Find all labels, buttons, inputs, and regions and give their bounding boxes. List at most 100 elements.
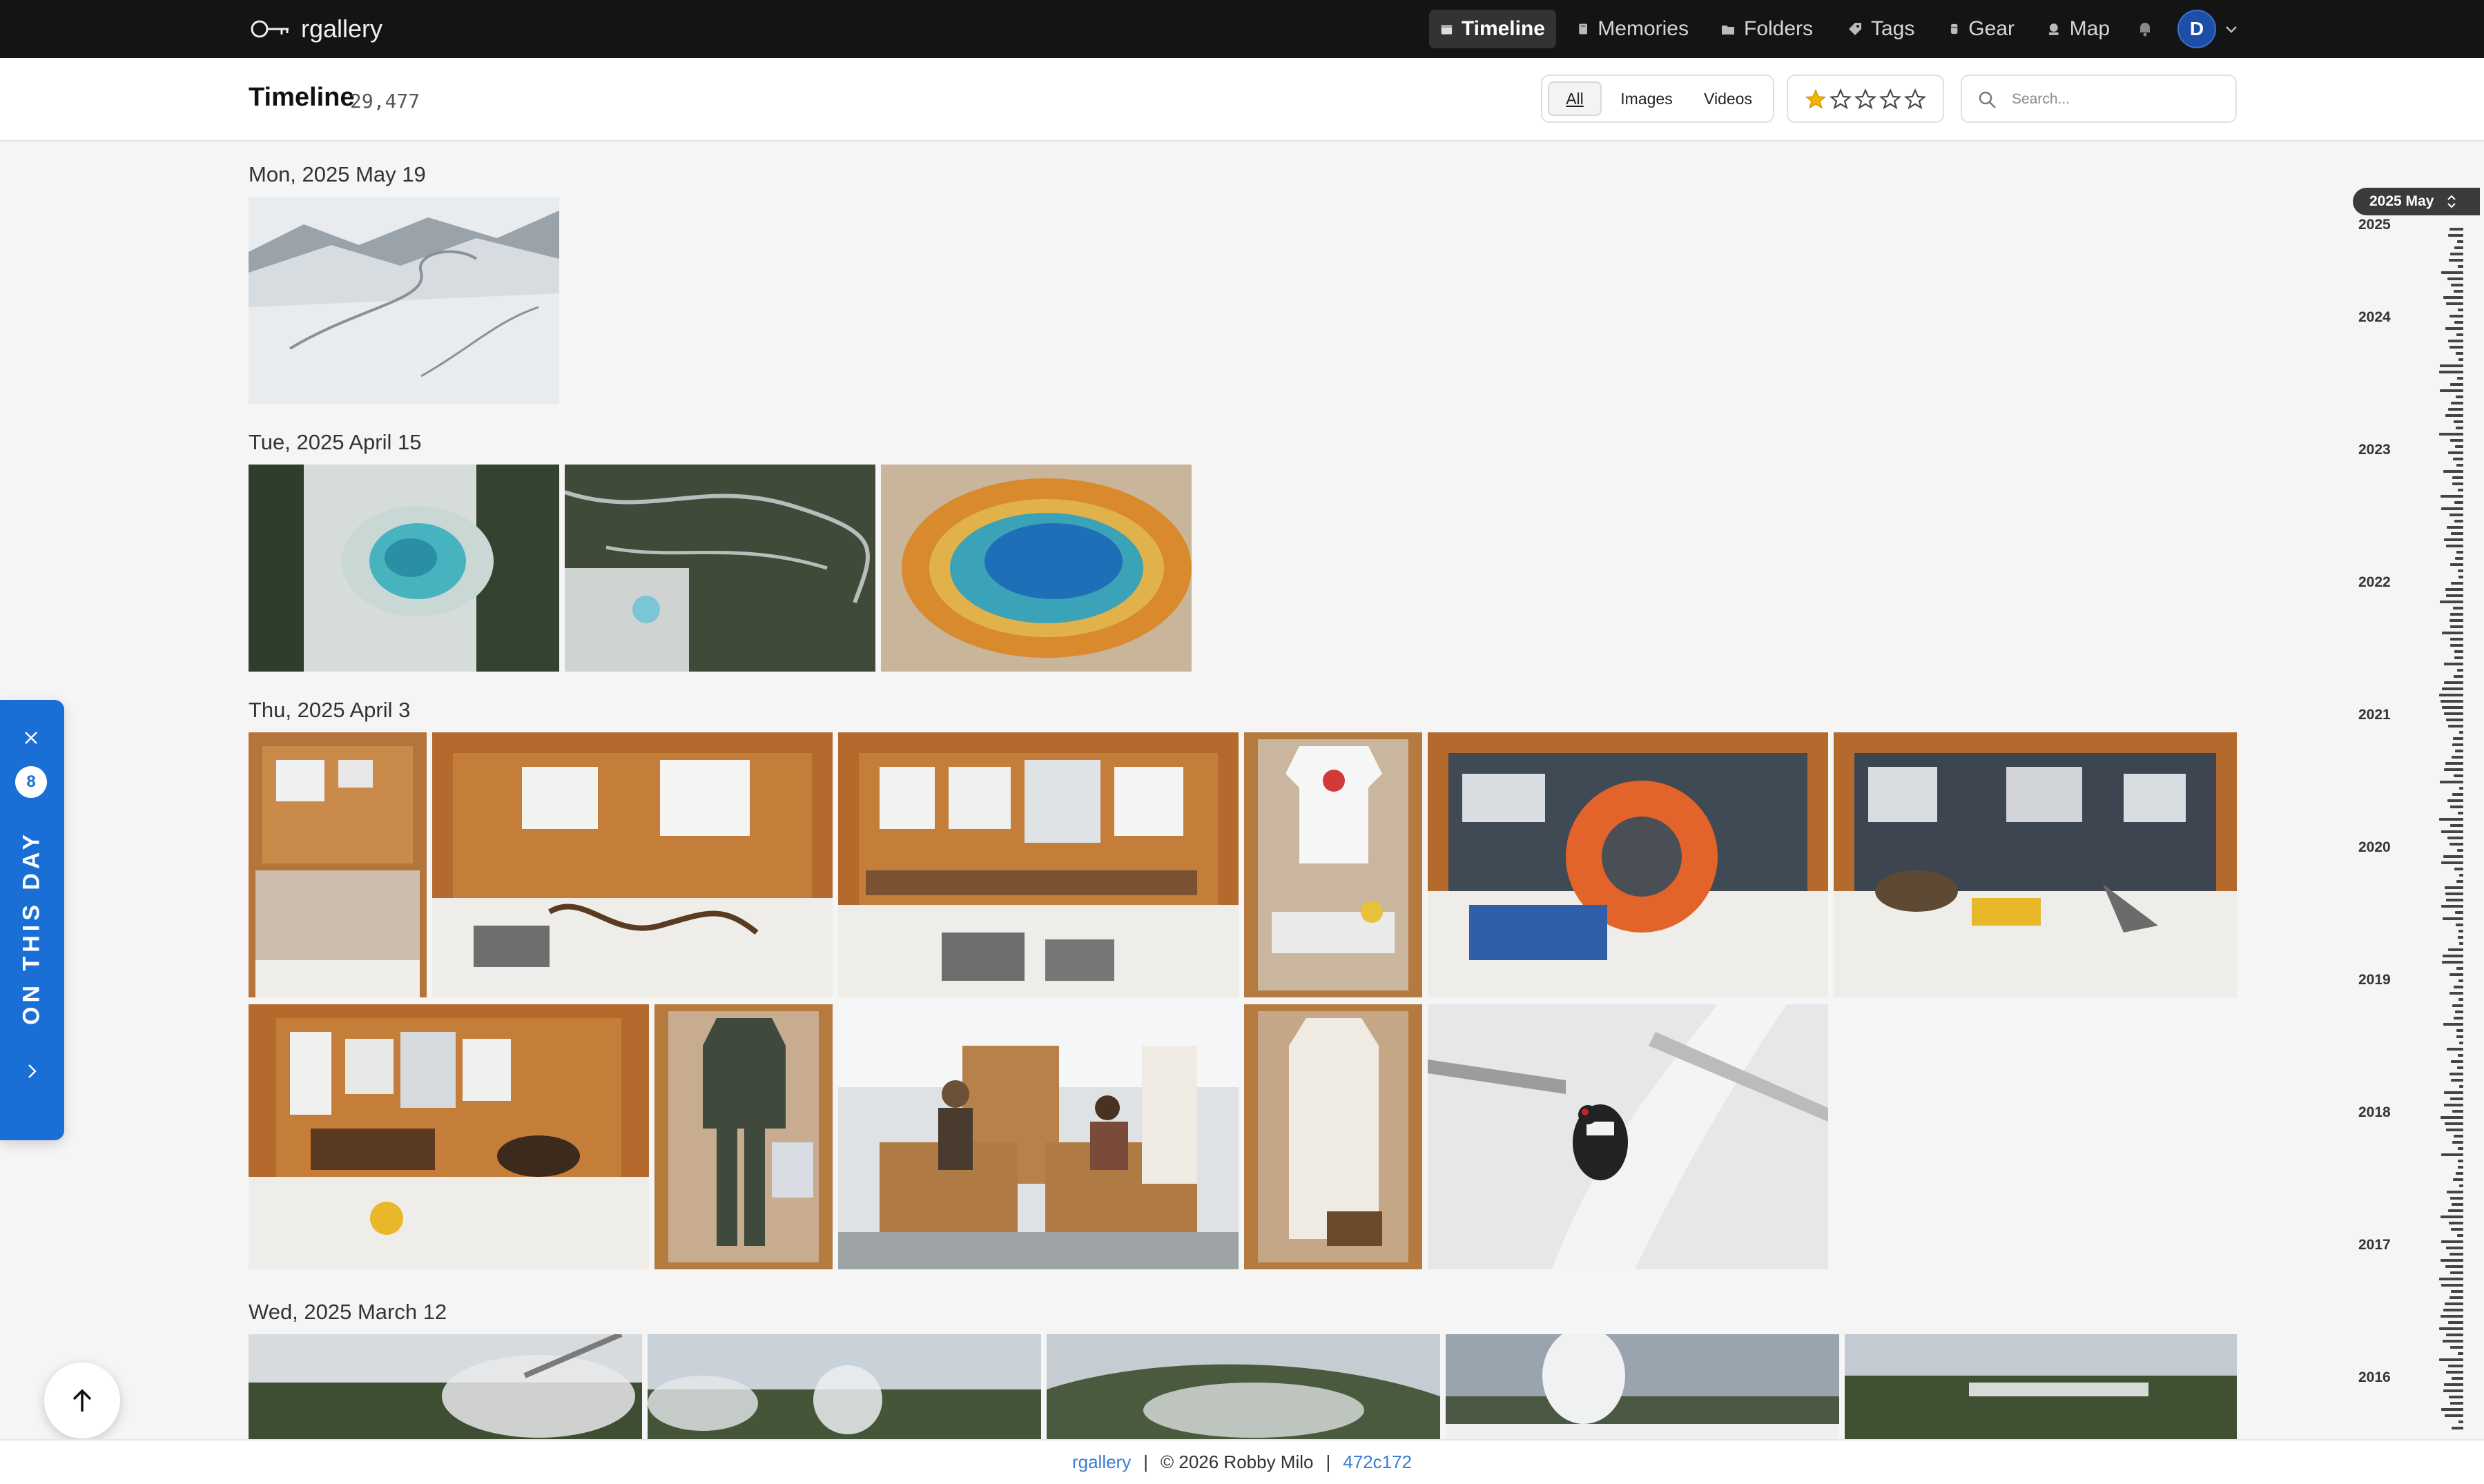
year-label[interactable]: 2024 — [2358, 309, 2391, 326]
scrubber-tick — [2455, 1011, 2463, 1013]
scrubber-tick — [2455, 750, 2463, 752]
scrubber-tick — [2444, 681, 2463, 684]
photo-thumbnail[interactable] — [1244, 1004, 1422, 1269]
star-empty-icon[interactable] — [1879, 88, 1901, 110]
chevron-down-icon[interactable] — [2223, 21, 2240, 37]
photo-thumbnail[interactable] — [881, 465, 1192, 672]
nav-item-memories[interactable]: Memories — [1566, 10, 1700, 48]
scrubber-tick — [2439, 694, 2463, 696]
nav-item-timeline[interactable]: Timeline — [1429, 10, 1556, 48]
star-filled-icon[interactable] — [1805, 88, 1827, 110]
scrubber-tick — [2452, 482, 2463, 485]
photo-thumbnail[interactable] — [432, 732, 833, 997]
star-empty-icon[interactable] — [1904, 88, 1926, 110]
scrubber-tick — [2441, 830, 2463, 833]
scrubber-tick — [2450, 1097, 2463, 1100]
scrubber-tick — [2450, 1271, 2463, 1274]
folder-icon — [1722, 26, 1734, 35]
scrubber-tick — [2457, 849, 2463, 852]
scrubber-tick — [2441, 1116, 2463, 1119]
scrubber-tick — [2451, 284, 2463, 286]
filter-all-button[interactable]: All — [1548, 81, 1602, 116]
scrubber-tick — [2458, 576, 2463, 578]
year-label[interactable]: 2023 — [2358, 442, 2391, 458]
scrubber-tick — [2443, 917, 2463, 920]
current-month-pill[interactable]: 2025 May — [2353, 188, 2480, 215]
year-label[interactable]: 2021 — [2358, 707, 2391, 723]
scrubber-tick — [2440, 389, 2463, 392]
photo-thumbnail[interactable] — [1834, 732, 2237, 997]
scrubber-tick — [2449, 346, 2463, 349]
day-heading: Tue, 2025 April 15 — [249, 430, 422, 454]
photo-thumbnail[interactable] — [249, 732, 427, 997]
photo-thumbnail[interactable] — [648, 1334, 1041, 1439]
scrubber-tick — [2457, 1066, 2463, 1069]
year-label[interactable]: 2019 — [2358, 972, 2391, 988]
scrubber-tick — [2443, 955, 2463, 957]
scrubber-tick — [2450, 638, 2463, 641]
scrubber-tick — [2443, 1340, 2463, 1343]
scrubber-tick — [2458, 358, 2463, 361]
footer-version-link[interactable]: 472c172 — [1343, 1452, 1412, 1473]
footer-app-link[interactable]: rgallery — [1072, 1452, 1131, 1473]
scrubber-tick — [2454, 774, 2463, 777]
bell-icon[interactable] — [2135, 19, 2155, 39]
photo-thumbnail[interactable] — [654, 1004, 833, 1269]
scrubber-tick — [2452, 1141, 2463, 1144]
day-heading: Mon, 2025 May 19 — [249, 162, 426, 186]
star-empty-icon[interactable] — [1830, 88, 1852, 110]
scrubber-tick — [2454, 1135, 2463, 1138]
year-label[interactable]: 2025 — [2358, 217, 2391, 233]
on-this-day-panel[interactable]: 8 ON THIS DAY — [0, 700, 64, 1140]
photo-thumbnail[interactable] — [1047, 1334, 1440, 1439]
scrubber-tick — [2444, 663, 2463, 665]
scrubber-tick — [2456, 1029, 2463, 1032]
scrubber-tick — [2442, 687, 2463, 690]
scrubber-tick — [2455, 557, 2463, 560]
photo-thumbnail[interactable] — [249, 465, 559, 672]
photo-thumbnail[interactable] — [1845, 1334, 2237, 1439]
scrubber-tick — [2454, 520, 2463, 523]
year-label[interactable]: 2016 — [2358, 1369, 2391, 1386]
filter-videos-button[interactable]: Videos — [1690, 81, 1766, 116]
photo-thumbnail[interactable] — [838, 732, 1239, 997]
nav-item-tags[interactable]: Tags — [1836, 10, 1928, 48]
photo-thumbnail[interactable] — [838, 1004, 1239, 1269]
nav-item-map[interactable]: Map — [2035, 10, 2121, 48]
scrubber-tick — [2451, 1290, 2463, 1293]
star-empty-icon[interactable] — [1854, 88, 1876, 110]
nav-item-gear[interactable]: Gear — [1937, 10, 2026, 48]
photo-thumbnail[interactable] — [565, 465, 875, 672]
search-input[interactable] — [2010, 84, 2227, 115]
photo-thumbnail[interactable] — [1446, 1334, 1839, 1439]
nav-item-folders[interactable]: Folders — [1709, 10, 1827, 48]
scrubber-tick — [2445, 762, 2463, 765]
year-label[interactable]: 2017 — [2358, 1237, 2391, 1253]
filter-images-button[interactable]: Images — [1609, 81, 1685, 116]
year-label[interactable]: 2018 — [2358, 1104, 2391, 1121]
scrubber-tick — [2444, 768, 2463, 771]
scrubber-tick — [2443, 470, 2463, 473]
close-icon[interactable] — [22, 729, 40, 747]
photo-thumbnail[interactable] — [1244, 732, 1422, 997]
scroll-to-top-button[interactable] — [44, 1363, 120, 1438]
user-avatar[interactable]: D — [2177, 10, 2216, 48]
scrubber-tick — [2450, 625, 2463, 628]
scrubber-tick — [2445, 886, 2463, 889]
year-scrubber[interactable] — [2347, 186, 2484, 1443]
scrubber-tick — [2446, 899, 2463, 901]
scrubber-tick — [2439, 818, 2463, 821]
photo-thumbnail[interactable] — [249, 1334, 642, 1439]
year-label[interactable]: 2020 — [2358, 839, 2391, 856]
year-label[interactable]: 2022 — [2358, 574, 2391, 591]
scrubber-tick — [2456, 333, 2463, 336]
scrubber-tick — [2441, 1259, 2463, 1262]
app-logo[interactable]: rgallery — [250, 12, 382, 46]
photo-thumbnail[interactable] — [1428, 1004, 1828, 1269]
chevron-right-icon[interactable] — [22, 1062, 41, 1081]
photo-thumbnail[interactable] — [1428, 732, 1828, 997]
photo-thumbnail[interactable] — [249, 1004, 649, 1269]
photo-thumbnail[interactable] — [249, 197, 559, 404]
scrubber-tick — [2456, 1035, 2463, 1038]
scrubber-tick — [2441, 271, 2463, 274]
